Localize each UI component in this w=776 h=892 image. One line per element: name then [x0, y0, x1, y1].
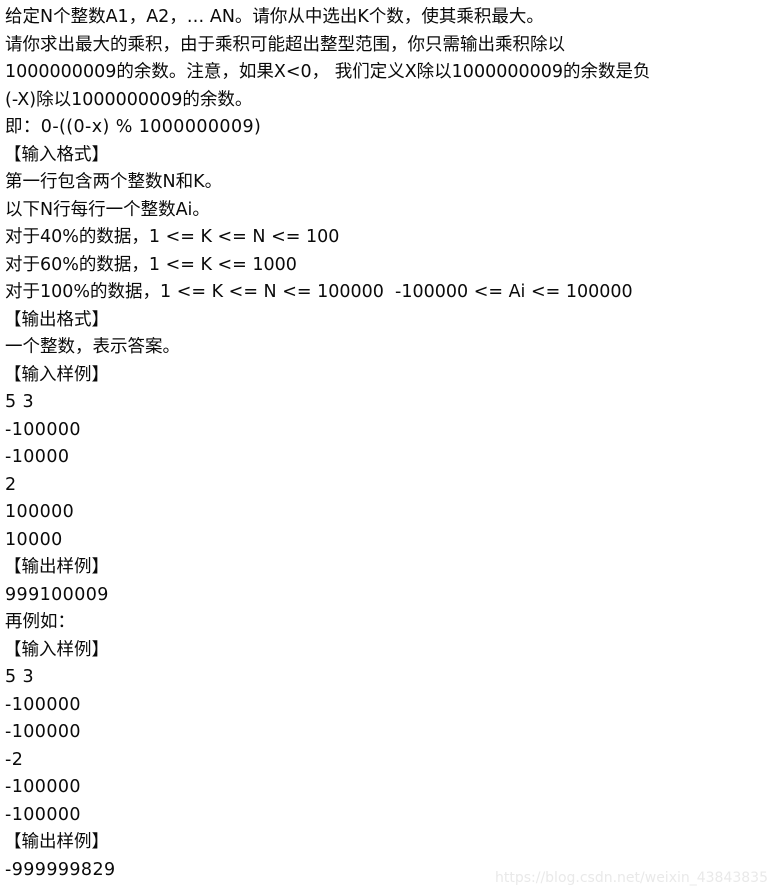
constraint-60: 对于60%的数据，1 <= K <= 1000: [5, 254, 297, 275]
in2-l1: 5 3: [5, 667, 35, 687]
in1-l6: 10000: [5, 529, 63, 550]
problem-statement-body: 给定N个整数A1，A2，… AN。请你从中选出K个数，使其乘积最大。请你求出最大…: [0, 0, 776, 884]
in2-l4: -2: [5, 749, 24, 770]
output-format-header: 【输出格式】: [4, 309, 109, 330]
out1-l1: 999100009: [5, 584, 109, 605]
in1-l4: 2: [5, 474, 17, 495]
csdn-watermark: https://blog.csdn.net/weixin_43843835: [494, 870, 768, 886]
another-example-label: 再例如：: [5, 612, 75, 632]
in2-l6: -100000: [5, 804, 81, 825]
output-format-1: 一个整数，表示答案。: [5, 337, 180, 357]
desc-1: 给定N个整数A1，A2，… AN。请你从中选出K个数，使其乘积最大。: [5, 7, 544, 27]
in2-l2: -100000: [5, 694, 81, 715]
output-sample-1-header: 【输出样例】: [4, 557, 109, 577]
input-sample-1-header: 【输入样例】: [4, 364, 109, 385]
in1-l1: 5 3: [5, 392, 35, 412]
output-sample-2-header: 【输出样例】: [4, 832, 109, 852]
constraint-100: 对于100%的数据，1 <= K <= N <= 100000 -100000 …: [5, 282, 633, 302]
constraint-40: 对于40%的数据，1 <= K <= N <= 100: [5, 227, 340, 247]
in2-l5: -100000: [5, 777, 81, 797]
desc-4: (-X)除以1000000009的余数。: [5, 89, 253, 110]
input-sample-2-header: 【输入样例】: [4, 639, 109, 660]
input-format-1: 第一行包含两个整数N和K。: [5, 172, 223, 192]
in2-l3: -100000: [5, 722, 81, 742]
in1-l3: -10000: [5, 447, 70, 467]
in1-l5: 100000: [5, 502, 75, 522]
desc-3: 1000000009的余数。注意，如果X<0， 我们定义X除以100000000…: [5, 62, 651, 82]
input-format-2: 以下N行每行一个整数Ai。: [5, 199, 210, 220]
input-format-header: 【输入格式】: [4, 144, 109, 165]
in1-l2: -100000: [5, 419, 81, 440]
desc-2: 请你求出最大的乘积，由于乘积可能超出整型范围，你只需输出乘积除以: [5, 34, 565, 55]
desc-5: 即：0-((0-x) % 1000000009): [5, 117, 262, 137]
